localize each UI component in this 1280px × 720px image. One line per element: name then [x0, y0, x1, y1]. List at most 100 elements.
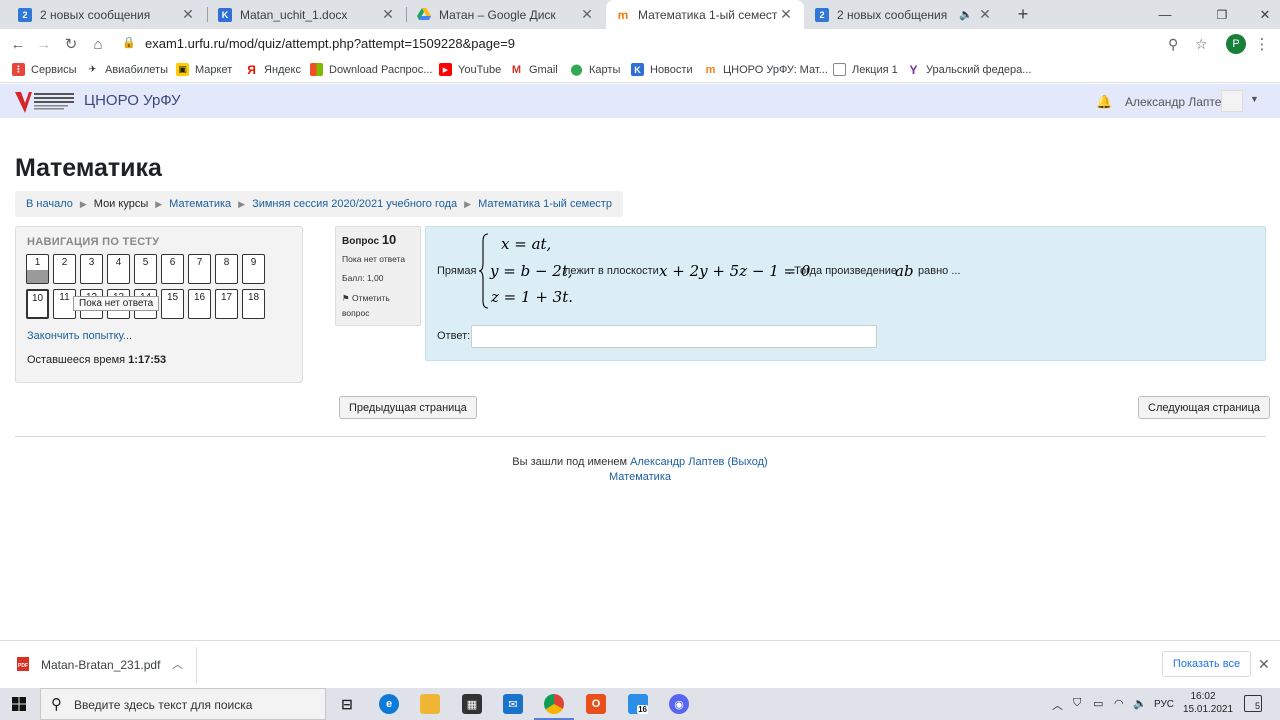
bookmark-label: Сервисы [31, 63, 77, 76]
tab-matan-docx[interactable]: K Matan_uchit_1.docx ✕ [208, 0, 406, 29]
close-tab-icon[interactable]: ✕ [778, 6, 794, 23]
taskbar-clock[interactable]: 16:02 15.01.2021 [1183, 690, 1233, 716]
reload-icon[interactable]: ↻ [60, 33, 82, 55]
question-text-then: . Тогда произведение [788, 265, 898, 277]
minimize-icon[interactable]: — [1142, 0, 1188, 29]
quiz-nav-button-4[interactable]: 4 [107, 254, 130, 284]
quiz-nav-number: 17 [220, 292, 233, 303]
logout-link[interactable]: (Выход) [727, 456, 767, 468]
breadcrumb-semester[interactable]: Математика 1-ый семестр [478, 198, 612, 210]
breadcrumb-separator-icon: ▶ [155, 198, 163, 209]
tab-math-semester[interactable]: m Математика 1-ый семестр ✕ [606, 0, 804, 29]
show-all-downloads-button[interactable]: Показать все [1162, 651, 1251, 677]
bookmark-services[interactable]: ⋮ Сервисы [12, 63, 77, 76]
breadcrumb-math[interactable]: Математика [169, 198, 231, 210]
wifi-icon[interactable]: ◠ [1114, 697, 1124, 710]
bookmark-gmail[interactable]: M Gmail [510, 63, 558, 76]
quiz-nav-button-3[interactable]: 3 [80, 254, 103, 284]
bookmark-cnoro[interactable]: m ЦНОРО УрФУ: Мат... [704, 63, 828, 76]
quiz-nav-button-18[interactable]: 18 [242, 289, 265, 319]
bookmark-youtube[interactable]: ▶ YouTube [439, 63, 501, 76]
quiz-nav-button-15[interactable]: 15 [161, 289, 184, 319]
close-tab-icon[interactable]: ✕ [180, 6, 196, 23]
battery-icon[interactable]: ▭ [1093, 697, 1103, 710]
bookmark-yandex[interactable]: Я Яндекс [245, 63, 301, 77]
quiz-nav-button-5[interactable]: 5 [134, 254, 157, 284]
bell-icon[interactable]: 🔔 [1096, 94, 1112, 110]
site-name[interactable]: ЦНОРО УрФУ [84, 92, 181, 109]
bookmark-lecture[interactable]: Лекция 1 [833, 63, 898, 76]
download-filename[interactable]: Matan-Bratan_231.pdf [41, 658, 160, 672]
chevron-down-icon[interactable]: ▼ [1250, 94, 1259, 104]
close-tab-icon[interactable]: ✕ [977, 6, 993, 23]
close-tab-icon[interactable]: ✕ [380, 6, 396, 23]
discord-icon[interactable]: ◉ [669, 694, 689, 714]
bookmark-urfu[interactable]: Y Уральский федера... [907, 63, 1031, 77]
previous-page-button[interactable]: Предыдущая страница [339, 396, 477, 419]
taskbar-search-input[interactable]: ⚲ Введите здесь текст для поиска [40, 688, 326, 720]
speaker-icon[interactable]: 🔈 [955, 8, 977, 21]
tab-messages-2[interactable]: 2 2 новых сообщения 🔈 ✕ [805, 0, 1003, 29]
quiz-nav-button-17[interactable]: 17 [215, 289, 238, 319]
volume-icon[interactable]: 🔈 [1133, 697, 1147, 710]
zoom-icon[interactable]: ⚲ [1168, 36, 1178, 53]
quiz-nav-number: 18 [247, 292, 260, 303]
urfu-logo[interactable] [14, 89, 76, 114]
file-explorer-icon[interactable] [420, 694, 440, 714]
user-avatar[interactable] [1221, 90, 1243, 112]
answer-input[interactable] [471, 325, 877, 348]
antivirus-icon[interactable]: ⛉ [1073, 697, 1081, 710]
finish-attempt-link[interactable]: Закончить попытку... [27, 330, 132, 342]
profile-link[interactable]: Александр Лаптев [630, 456, 724, 468]
tab-google-drive[interactable]: Матан – Google Диск ✕ [407, 0, 605, 29]
notification-center-icon[interactable]: 5 [1244, 695, 1262, 712]
close-window-icon[interactable]: ✕ [1242, 0, 1280, 29]
chrome-icon[interactable] [544, 694, 564, 714]
quiz-nav-button-7[interactable]: 7 [188, 254, 211, 284]
quiz-nav-button-1[interactable]: 1 [26, 254, 49, 284]
office-icon[interactable]: O [586, 694, 606, 714]
breadcrumb-winter-session[interactable]: Зимняя сессия 2020/2021 учебного года [252, 198, 457, 210]
quiz-nav-button-6[interactable]: 6 [161, 254, 184, 284]
language-indicator[interactable]: РУС [1154, 699, 1174, 710]
flag-question-link[interactable]: ⚑ Отметить вопрос [342, 291, 414, 320]
quiz-nav-button-16[interactable]: 16 [188, 289, 211, 319]
windows-start-icon[interactable] [12, 697, 26, 711]
bookmark-avia[interactable]: ✈ Авиабилеты [86, 63, 168, 76]
restore-icon[interactable]: ❐ [1199, 0, 1245, 29]
bookmark-download[interactable]: Download Распрос... [310, 63, 432, 76]
breadcrumb-home[interactable]: В начало [26, 198, 73, 210]
tab-messages-1[interactable]: 2 2 новых сообщения ✕ [8, 0, 206, 29]
quiz-nav-button-10[interactable]: 10 [26, 289, 49, 319]
quiz-nav-button-2[interactable]: 2 [53, 254, 76, 284]
user-menu-name[interactable]: Александр Лаптев [1125, 95, 1228, 109]
back-arrow-icon[interactable]: ← [7, 33, 29, 55]
next-page-button[interactable]: Следующая страница [1138, 396, 1270, 419]
bookmark-market[interactable]: ▣ Маркет [176, 63, 232, 76]
bookmark-news[interactable]: K Новости [631, 63, 693, 76]
task-view-icon[interactable]: ⊟ [337, 694, 357, 714]
quiz-nav-button-8[interactable]: 8 [215, 254, 238, 284]
forward-arrow-icon[interactable]: → [33, 33, 55, 55]
mail-icon[interactable]: ✉ [503, 694, 523, 714]
chevron-up-icon[interactable]: ︿ [172, 656, 183, 672]
address-bar[interactable]: 🔒 exam1.urfu.ru/mod/quiz/attempt.php?att… [116, 32, 1220, 55]
quiz-nav-button-9[interactable]: 9 [242, 254, 265, 284]
url-text[interactable]: exam1.urfu.ru/mod/quiz/attempt.php?attem… [145, 36, 515, 51]
tray-chevron-up-icon[interactable]: ︿ [1052, 697, 1063, 713]
breadcrumb: В начало ▶ Мои курсы ▶ Математика ▶ Зимн… [15, 191, 623, 217]
close-tab-icon[interactable]: ✕ [579, 6, 595, 23]
bookmark-maps[interactable]: ⬤ Карты [570, 63, 620, 76]
course-link[interactable]: Математика [609, 471, 671, 483]
calendar-badge-icon[interactable]: 16 [628, 694, 648, 714]
new-tab-button[interactable]: + [1000, 0, 1046, 29]
close-downloads-icon[interactable]: ✕ [1258, 656, 1270, 673]
answer-label: Ответ: [437, 330, 471, 342]
edge-icon[interactable]: e [379, 694, 399, 714]
store-icon[interactable]: ▦ [462, 694, 482, 714]
quiz-nav-number: 16 [193, 292, 206, 303]
home-icon[interactable]: ⌂ [87, 33, 109, 55]
menu-dots-icon[interactable]: ⋮ [1251, 33, 1273, 55]
bookmark-star-icon[interactable]: ☆ [1195, 36, 1208, 53]
profile-avatar[interactable]: P [1226, 34, 1246, 54]
